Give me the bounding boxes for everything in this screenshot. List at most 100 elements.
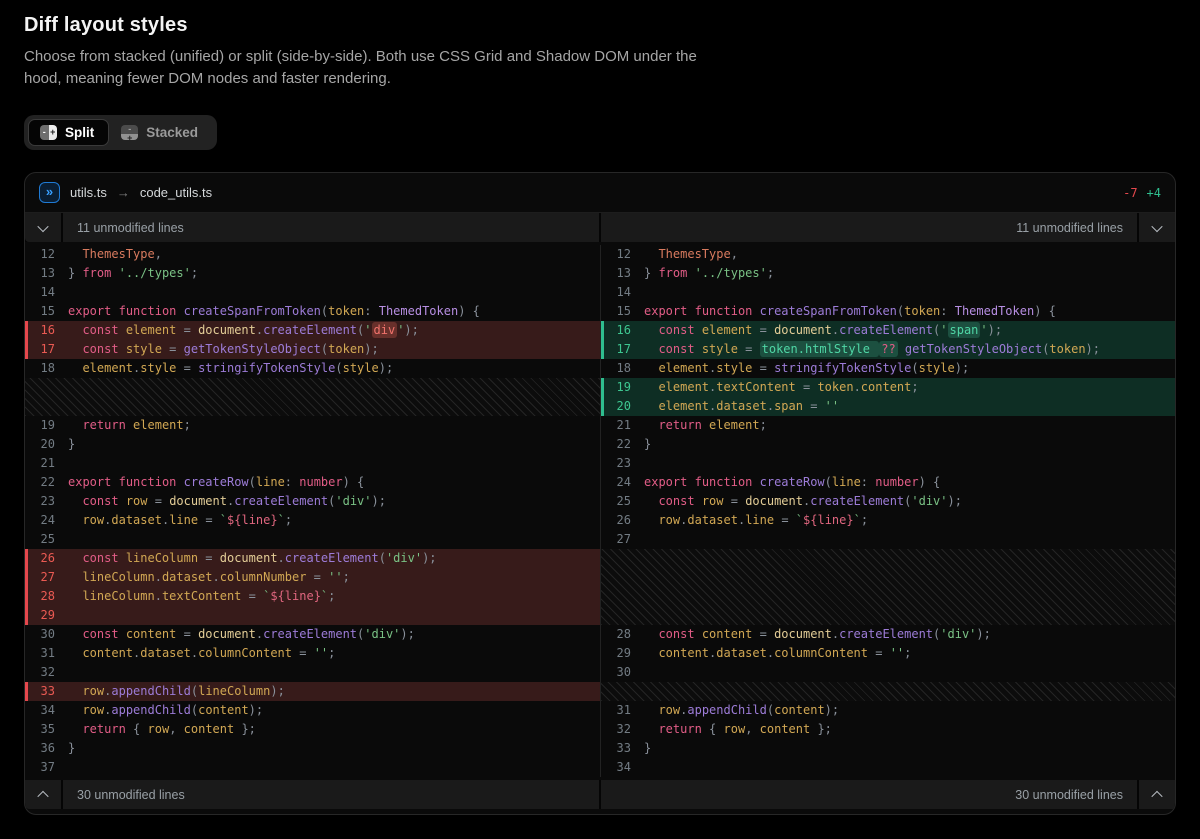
diff-counts: -7 +4 xyxy=(1123,186,1161,200)
code-text: const style = token.htmlStyle ?? getToke… xyxy=(658,341,1100,357)
line-number: 27 xyxy=(616,532,631,546)
code-row: 19 element.textContent = token.content; xyxy=(601,378,1175,397)
code-row: 12 ThemesType, xyxy=(25,245,600,264)
stacked-button-label: Stacked xyxy=(146,125,199,140)
line-number: 21 xyxy=(616,418,631,432)
line-number: 15 xyxy=(40,304,55,318)
expand-top-left-button[interactable] xyxy=(25,213,61,242)
code-text: row.appendChild(content); xyxy=(82,703,264,717)
code-row: 15 export function createSpanFromToken(to… xyxy=(25,302,600,321)
line-number: 31 xyxy=(40,646,55,660)
code-text: return element; xyxy=(82,418,191,432)
code-text: row.dataset.line = `${line}`; xyxy=(82,513,293,527)
code-text: lineColumn.dataset.columnNumber = ''; xyxy=(82,570,350,584)
diff-header: » utils.ts → code_utils.ts -7 +4 xyxy=(25,173,1175,213)
code-text: const element = document.createElement('… xyxy=(658,322,1003,338)
code-text: const content = document.createElement('… xyxy=(658,627,991,641)
code-row: 14 xyxy=(601,283,1175,302)
code-grid: 12 ThemesType, 13} from '../types'; 14 15 ex… xyxy=(25,242,1175,780)
top-unmodified-bar-left[interactable]: 11 unmodified lines xyxy=(63,213,599,242)
stacked-button[interactable]: - + Stacked xyxy=(109,119,213,146)
code-row: 18 element.style = stringifyTokenStyle(s… xyxy=(25,359,600,378)
code-text: const row = document.createElement('div'… xyxy=(658,494,962,508)
line-number: 20 xyxy=(616,399,631,413)
code-row: 34 xyxy=(601,758,1175,777)
line-number: 13 xyxy=(616,266,631,280)
code-row: 32 return { row, content }; xyxy=(601,720,1175,739)
split-button-label: Split xyxy=(65,125,95,140)
line-number: 22 xyxy=(40,475,55,489)
code-row: 32 xyxy=(25,663,600,682)
line-number: 34 xyxy=(40,703,55,717)
code-row: 15 export function createSpanFromToken(to… xyxy=(601,302,1175,321)
added-count: +4 xyxy=(1146,185,1161,200)
code-row: 29 content.dataset.columnContent = ''; xyxy=(601,644,1175,663)
chevron-down-icon xyxy=(1151,220,1163,232)
code-row: 28 lineColumn.textContent = `${line}`; xyxy=(25,587,600,606)
line-number: 20 xyxy=(40,437,55,451)
code-text: const lineColumn = document.createElemen… xyxy=(82,551,437,565)
page: Diff layout styles Choose from stacked (… xyxy=(0,0,1200,815)
code-text: const style = getTokenStyleObject(token)… xyxy=(82,342,379,356)
bottom-unmodified-bar-left[interactable]: 30 unmodified lines xyxy=(63,780,599,809)
line-number: 19 xyxy=(40,418,55,432)
code-row: 24 row.dataset.line = `${line}`; xyxy=(25,511,600,530)
line-number: 12 xyxy=(616,247,631,261)
chevron-up-icon xyxy=(1151,790,1163,802)
code-row: 21 return element; xyxy=(601,416,1175,435)
line-number: 34 xyxy=(616,760,631,774)
line-number: 33 xyxy=(40,684,55,698)
expand-top-right-button[interactable] xyxy=(1139,213,1175,242)
code-text: export function createSpanFromToken(toke… xyxy=(644,304,1056,318)
bottom-unmodified-bar-right[interactable]: 30 unmodified lines xyxy=(601,780,1137,809)
line-number: 25 xyxy=(40,532,55,546)
split-button[interactable]: - + Split xyxy=(28,119,110,146)
code-text: element.dataset.span = '' xyxy=(658,399,840,413)
code-text: element.style = stringifyTokenStyle(styl… xyxy=(658,361,970,375)
code-text: const element = document.createElement('… xyxy=(82,322,419,338)
line-number: 32 xyxy=(616,722,631,736)
expand-bottom-right-button[interactable] xyxy=(1139,780,1175,809)
chevron-down-icon xyxy=(37,220,49,232)
line-number: 23 xyxy=(40,494,55,508)
code-row: 26 const lineColumn = document.createEle… xyxy=(25,549,600,568)
line-number: 16 xyxy=(616,323,631,337)
code-row: 13} from '../types'; xyxy=(601,264,1175,283)
code-text: const row = document.createElement('div'… xyxy=(82,494,386,508)
line-number: 14 xyxy=(616,285,631,299)
code-row: 20} xyxy=(25,435,600,454)
line-number: 17 xyxy=(616,342,631,356)
code-row: 16 const element = document.createElemen… xyxy=(601,321,1175,340)
expand-bottom-left-button[interactable] xyxy=(25,780,61,809)
code-row: 23 xyxy=(601,454,1175,473)
code-row: 13} from '../types'; xyxy=(25,264,600,283)
code-text: row.appendChild(lineColumn); xyxy=(82,684,285,698)
layout-toggle: - + Split - + Stacked xyxy=(24,115,218,150)
code-text: export function createRow(line: number) … xyxy=(644,475,941,489)
line-number: 30 xyxy=(40,627,55,641)
code-row: 22} xyxy=(601,435,1175,454)
line-number: 33 xyxy=(616,741,631,755)
code-row: 28 const content = document.createElemen… xyxy=(601,625,1175,644)
code-text: lineColumn.textContent = `${line}`; xyxy=(82,589,336,603)
line-number: 28 xyxy=(40,589,55,603)
code-text: return { row, content }; xyxy=(658,722,832,736)
code-row: 21 xyxy=(25,454,600,473)
code-text: row.dataset.line = `${line}`; xyxy=(658,513,869,527)
line-number: 12 xyxy=(40,247,55,261)
top-unmodified-bar-right[interactable]: 11 unmodified lines xyxy=(601,213,1137,242)
line-number: 13 xyxy=(40,266,55,280)
hatch-band xyxy=(601,682,1175,701)
code-text: element.textContent = token.content; xyxy=(658,380,919,394)
top-collapse-row: 11 unmodified lines 11 unmodified lines xyxy=(25,213,1175,242)
code-row: 30 xyxy=(601,663,1175,682)
code-row: 16 const element = document.createElemen… xyxy=(25,321,600,340)
left-pane: 12 ThemesType, 13} from '../types'; 14 15 ex… xyxy=(25,245,600,777)
page-description: Choose from stacked (unified) or split (… xyxy=(24,48,697,87)
arrow-right-icon: → xyxy=(116,185,130,200)
code-text: export function createRow(line: number) … xyxy=(68,475,365,489)
code-text: ThemesType, xyxy=(644,247,738,261)
line-number: 18 xyxy=(40,361,55,375)
code-row: 31 row.appendChild(content); xyxy=(601,701,1175,720)
line-number: 30 xyxy=(616,665,631,679)
